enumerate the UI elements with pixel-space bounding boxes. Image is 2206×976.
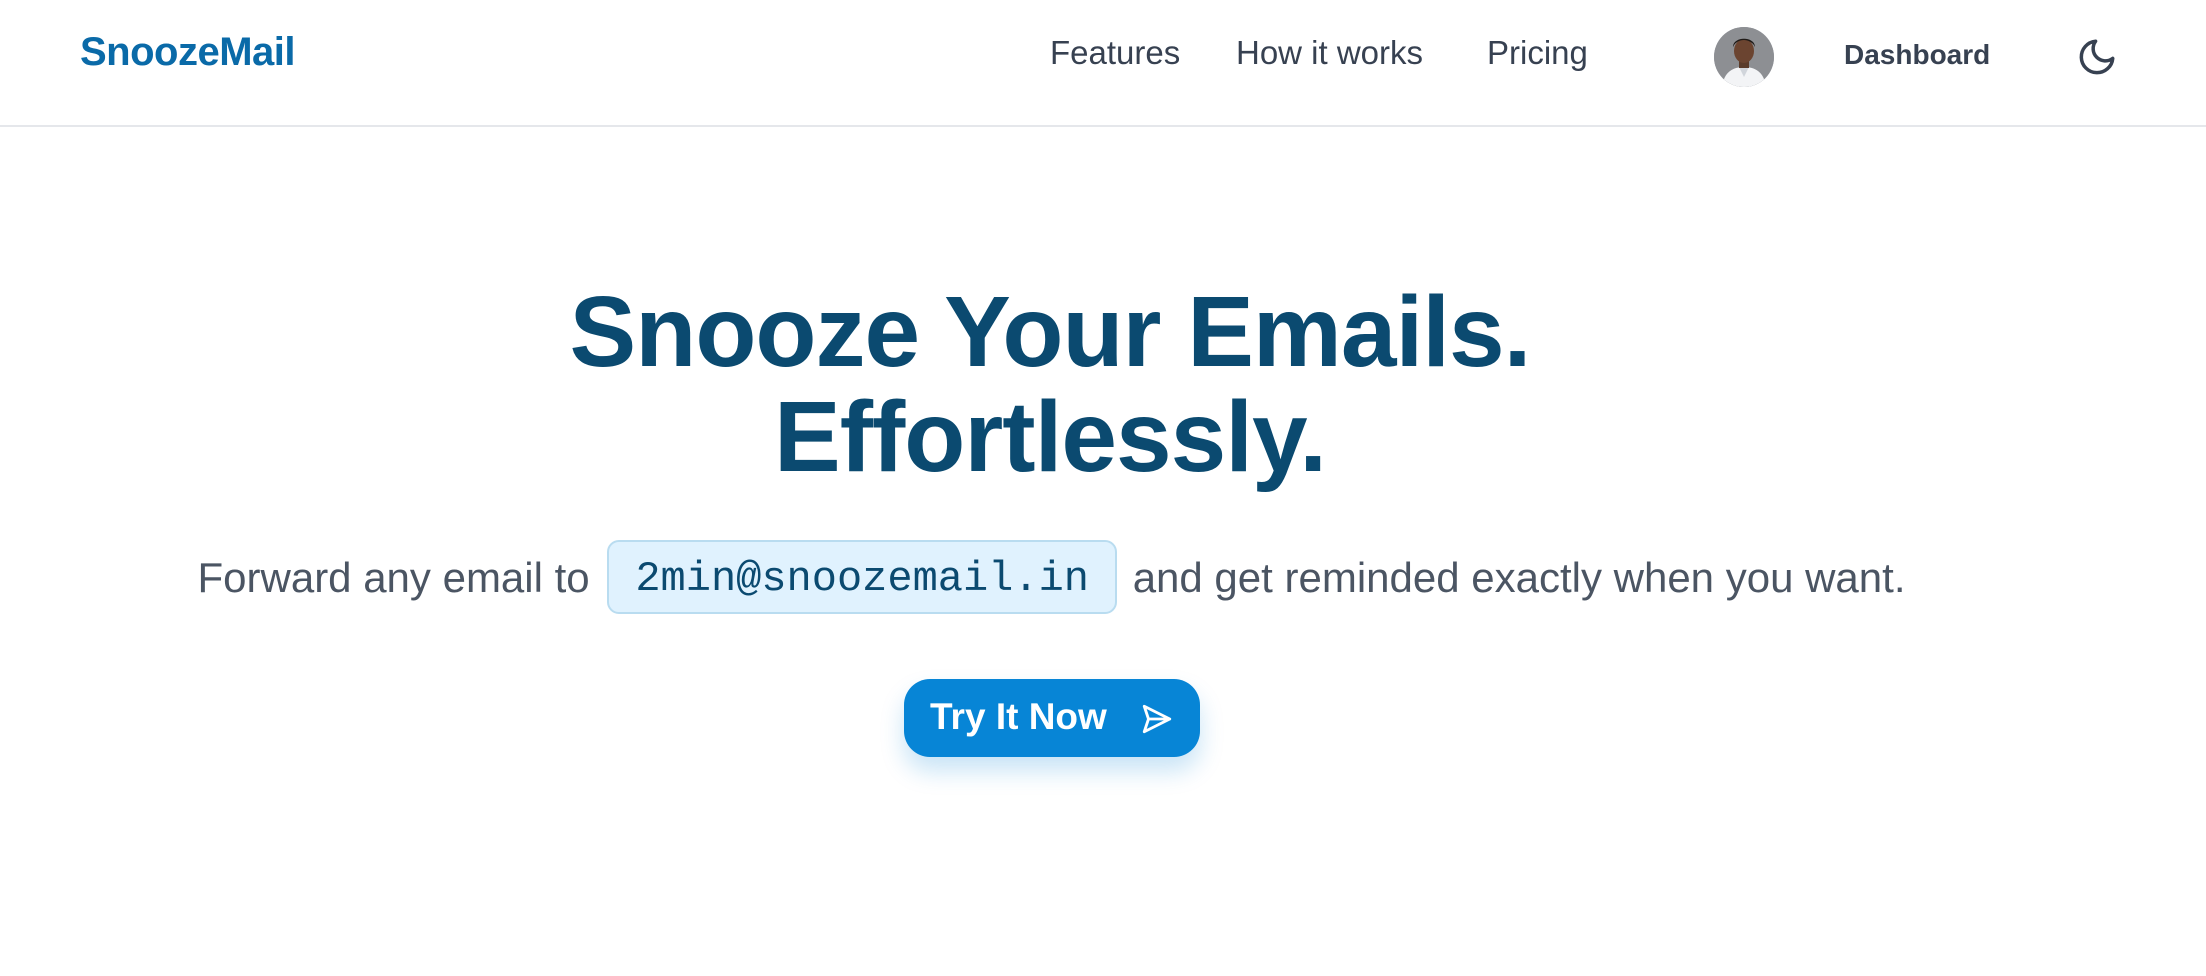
user-avatar[interactable] [1714, 27, 1774, 87]
theme-toggle-button[interactable] [2076, 36, 2118, 78]
hero-subtitle: Forward any email to 2min@snoozemail.in … [0, 540, 2103, 616]
cta-label: Try It Now [930, 696, 1107, 737]
nav-link-pricing[interactable]: Pricing [1487, 34, 1588, 72]
subtitle-prefix: Forward any email to [197, 554, 590, 601]
nav-link-how-it-works[interactable]: How it works [1236, 34, 1423, 72]
brand-logo[interactable]: SnoozeMail [80, 30, 296, 75]
email-address-chip[interactable]: 2min@snoozemail.in [607, 540, 1118, 614]
hero-title: Snooze Your Emails. Effortlessly. [0, 280, 2100, 490]
avatar-icon [1714, 27, 1774, 87]
try-it-now-button[interactable]: Try It Now [904, 679, 1200, 757]
hero-title-line-2: Effortlessly. [774, 381, 1327, 493]
dashboard-link[interactable]: Dashboard [1844, 39, 1990, 71]
nav-link-features[interactable]: Features [1050, 34, 1180, 72]
navbar: SnoozeMail Features How it works Pricing… [0, 0, 2206, 127]
send-icon [1142, 704, 1172, 734]
hero-title-line-1: Snooze Your Emails. [569, 276, 1532, 388]
subtitle-suffix: and get reminded exactly when you want. [1132, 554, 1906, 601]
moon-icon [2079, 39, 2115, 75]
